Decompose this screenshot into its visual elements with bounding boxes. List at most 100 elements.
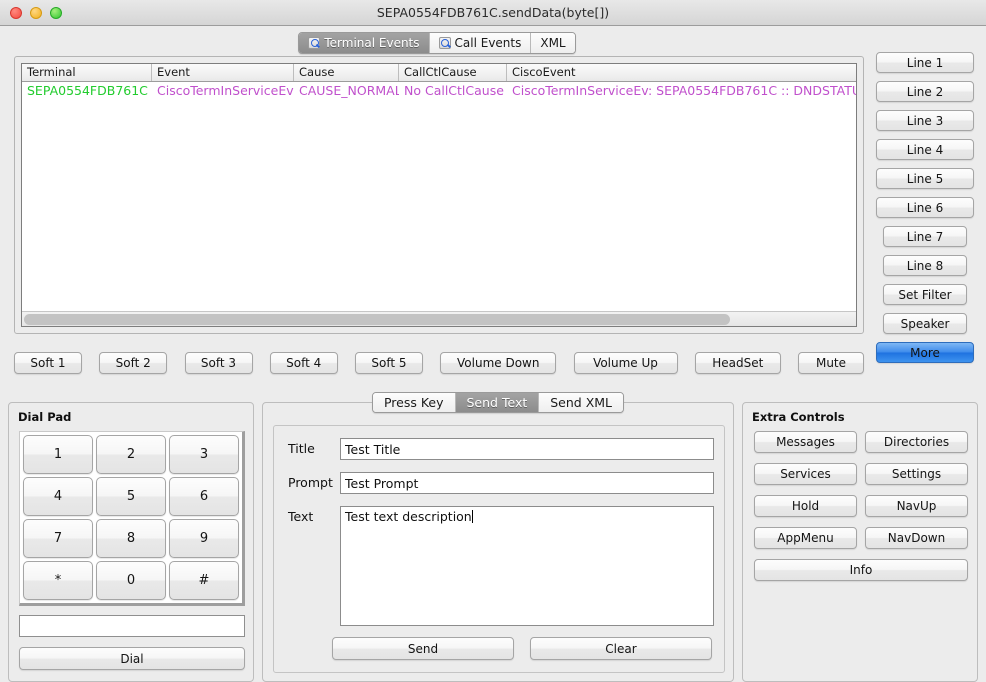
button-set-filter[interactable]: Set Filter: [883, 284, 967, 305]
text-textarea-value: Test text description: [345, 509, 472, 524]
dial-number-input[interactable]: [19, 615, 245, 637]
button-line-5[interactable]: Line 5: [876, 168, 974, 189]
dial-key-8[interactable]: 8: [96, 519, 166, 558]
title-label: Title: [288, 441, 315, 456]
button-soft-3[interactable]: Soft 3: [184, 352, 253, 374]
extra-controls-grid: Messages Directories Services Settings Hold N…: [754, 431, 968, 581]
button-settings[interactable]: Settings: [865, 463, 968, 485]
text-textarea[interactable]: Test text description: [340, 506, 714, 626]
window-traffic-lights: [10, 6, 62, 19]
button-volume-up[interactable]: Volume Up: [573, 352, 678, 374]
extra-controls-title: Extra Controls: [752, 410, 845, 424]
button-soft-4[interactable]: Soft 4: [269, 352, 338, 374]
tab-terminal-events[interactable]: Terminal Events: [299, 33, 430, 53]
events-table-header: Terminal Event Cause CallCtlCause CiscoEvent: [22, 64, 856, 82]
table-row[interactable]: SEPA0554FDB761C CiscoTermInServiceEv CAUSE…: [22, 82, 856, 99]
button-line-2[interactable]: Line 2: [876, 81, 974, 102]
soft-button-row: Soft 1 Soft 2 Soft 3 Soft 4 Soft 5 Volume Dow…: [14, 352, 864, 374]
button-more[interactable]: More: [876, 342, 974, 363]
button-mute[interactable]: Mute: [798, 352, 864, 374]
text-field-row: Text Test text description: [288, 506, 714, 626]
dial-key-0[interactable]: 0: [96, 561, 166, 600]
button-volume-down[interactable]: Volume Down: [440, 352, 557, 374]
tab-send-xml[interactable]: Send XML: [539, 393, 624, 412]
table-cell-cause: CAUSE_NORMAL: [299, 83, 399, 98]
button-line-6[interactable]: Line 6: [876, 197, 974, 218]
tab-xml[interactable]: XML: [531, 33, 575, 53]
extra-controls-panel: Extra Controls Messages Directories Servic…: [742, 402, 978, 682]
dial-key-2[interactable]: 2: [96, 435, 166, 474]
dial-pad-panel: Dial Pad 1 2 3 4 5 6 7 8 9 * 0 # Dial: [8, 402, 254, 682]
tab-label: Call Events: [454, 36, 522, 50]
dial-key-9[interactable]: 9: [169, 519, 239, 558]
table-cell-event: CiscoTermInServiceEv: [157, 83, 294, 98]
column-header-terminal[interactable]: Terminal: [22, 64, 152, 81]
button-messages[interactable]: Messages: [754, 431, 857, 453]
dial-pad-keys: 1 2 3 4 5 6 7 8 9 * 0 #: [19, 431, 245, 606]
title-input[interactable]: [340, 438, 714, 460]
button-services[interactable]: Services: [754, 463, 857, 485]
button-line-8[interactable]: Line 8: [883, 255, 967, 276]
dial-key-5[interactable]: 5: [96, 477, 166, 516]
table-cell-ciscoevent: CiscoTermInServiceEv: SEPA0554FDB761C ::…: [512, 83, 856, 98]
button-navdown[interactable]: NavDown: [865, 527, 968, 549]
column-header-event[interactable]: Event: [152, 64, 294, 81]
send-panel: Press KeySend TextSend XML Title Prompt …: [262, 392, 734, 682]
text-label: Text: [288, 509, 314, 524]
window-title: SEPA0554FDB761C.sendData(byte[]): [376, 5, 610, 20]
column-header-cause[interactable]: Cause: [294, 64, 399, 81]
send-panel-actions: Send Clear: [332, 637, 712, 660]
send-button[interactable]: Send: [332, 637, 514, 660]
tab-label: Terminal Events: [324, 36, 420, 50]
prompt-label: Prompt: [288, 475, 333, 490]
events-table-body: SEPA0554FDB761C CiscoTermInServiceEv CAUSE…: [22, 82, 856, 99]
table-cell-callctlcause: No CallCtlCause: [404, 83, 504, 98]
magnifier-icon: [308, 37, 321, 49]
magnifier-icon: [438, 37, 451, 49]
prompt-field-row: Prompt: [288, 472, 714, 494]
button-info[interactable]: Info: [754, 559, 968, 581]
top-tab-strip: Terminal Events Call Events XML: [0, 30, 874, 54]
button-appmenu[interactable]: AppMenu: [754, 527, 857, 549]
tab-call-events[interactable]: Call Events: [429, 33, 532, 53]
dial-key-1[interactable]: 1: [23, 435, 93, 474]
scrollbar-thumb[interactable]: [24, 314, 730, 325]
dial-pad-title: Dial Pad: [18, 410, 72, 424]
button-hold[interactable]: Hold: [754, 495, 857, 517]
title-field-row: Title: [288, 438, 714, 460]
dial-key-pound[interactable]: #: [169, 561, 239, 600]
events-horizontal-scrollbar[interactable]: [22, 311, 856, 326]
tab-label: XML: [540, 36, 566, 50]
minimize-icon[interactable]: [30, 6, 42, 19]
dial-key-4[interactable]: 4: [23, 477, 93, 516]
button-soft-2[interactable]: Soft 2: [99, 352, 168, 374]
button-line-4[interactable]: Line 4: [876, 139, 974, 160]
tab-send-text[interactable]: Send Text: [455, 393, 540, 412]
text-caret: [471, 510, 473, 523]
send-panel-tab-strip: Press Key Send Text Send XML: [263, 392, 733, 413]
prompt-input[interactable]: [340, 472, 714, 494]
column-header-callctlcause[interactable]: CallCtlCause: [399, 64, 507, 81]
close-icon[interactable]: [10, 6, 22, 19]
dial-key-6[interactable]: 6: [169, 477, 239, 516]
dial-button[interactable]: Dial: [19, 647, 245, 670]
button-line-3[interactable]: Line 3: [876, 110, 974, 131]
dial-key-7[interactable]: 7: [23, 519, 93, 558]
zoom-icon[interactable]: [50, 6, 62, 19]
clear-button[interactable]: Clear: [530, 637, 712, 660]
button-navup[interactable]: NavUp: [865, 495, 968, 517]
button-soft-1[interactable]: Soft 1: [14, 352, 82, 374]
dial-key-3[interactable]: 3: [169, 435, 239, 474]
tab-press-key[interactable]: Press Key: [372, 393, 456, 412]
button-speaker[interactable]: Speaker: [883, 313, 967, 334]
send-panel-tab-group: Press Key Send Text Send XML: [371, 392, 625, 413]
button-directories[interactable]: Directories: [865, 431, 968, 453]
button-headset[interactable]: HeadSet: [694, 352, 781, 374]
button-soft-5[interactable]: Soft 5: [355, 352, 423, 374]
column-header-ciscoevent[interactable]: CiscoEvent: [507, 64, 856, 81]
window-titlebar: SEPA0554FDB761C.sendData(byte[]): [0, 0, 986, 26]
dial-key-star[interactable]: *: [23, 561, 93, 600]
events-table: Terminal Event Cause CallCtlCause CiscoEvent…: [21, 63, 857, 327]
button-line-1[interactable]: Line 1: [876, 52, 974, 73]
button-line-7[interactable]: Line 7: [883, 226, 967, 247]
